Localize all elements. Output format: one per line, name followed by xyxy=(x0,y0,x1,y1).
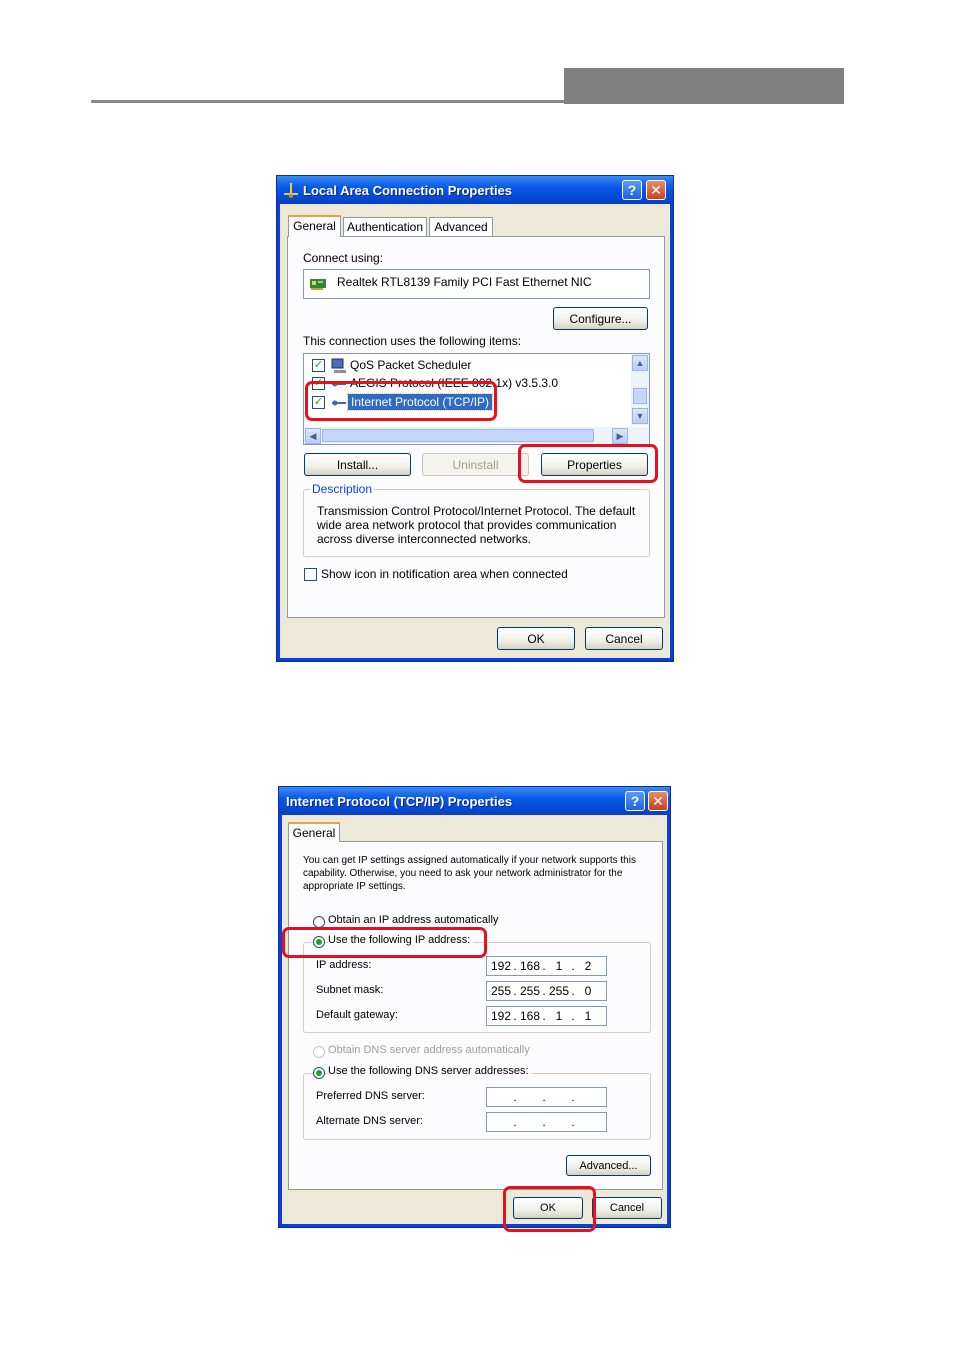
protocol-icon xyxy=(331,378,347,393)
tab-general[interactable]: General xyxy=(288,822,340,842)
dialog1-cancel-button[interactable]: Cancel xyxy=(585,627,663,650)
tcpip-checkbox[interactable]: ✓ xyxy=(312,396,325,409)
items-label: This connection uses the following items… xyxy=(303,334,522,348)
description-text: Transmission Control Protocol/Internet P… xyxy=(317,504,636,546)
vertical-scrollbar[interactable]: ▲ ▼ xyxy=(631,354,649,426)
dialog1-titlebar[interactable]: Local Area Connection Properties ? ✕ xyxy=(277,176,673,204)
dialog2-ok-button[interactable]: OK xyxy=(513,1197,583,1219)
dialog2-client: General You can get IP settings assigned… xyxy=(282,815,667,1224)
scroll-up-icon[interactable]: ▲ xyxy=(632,355,648,371)
subnet-mask-input[interactable]: 255. 255. 255. 0 xyxy=(486,981,607,1001)
uninstall-button: Uninstall xyxy=(422,453,529,476)
use-ip-label: Use the following IP address: xyxy=(328,934,474,946)
dialog1-ok-button[interactable]: OK xyxy=(497,627,575,650)
dialog1-client: General Authentication Advanced Connect … xyxy=(280,204,670,658)
protocol-icon xyxy=(331,397,347,412)
aegis-label: AEGIS Protocol (IEEE 802.1x) v3.5.3.0 xyxy=(350,376,559,390)
general-panel: You can get IP settings assigned automat… xyxy=(288,841,663,1190)
use-ip-radio[interactable] xyxy=(313,936,325,948)
scroll-down-icon[interactable]: ▼ xyxy=(632,408,648,424)
network-icon xyxy=(283,182,299,198)
subnet-mask-label: Subnet mask: xyxy=(316,984,384,996)
preferred-dns-label: Preferred DNS server: xyxy=(316,1090,425,1102)
configure-button[interactable]: Configure... xyxy=(553,307,648,330)
dialog2-title: Internet Protocol (TCP/IP) Properties xyxy=(286,794,513,809)
use-dns-label: Use the following DNS server addresses: xyxy=(328,1065,532,1077)
close-button[interactable]: ✕ xyxy=(646,180,666,200)
obtain-ip-label: Obtain an IP address automatically xyxy=(328,914,499,926)
page-header-band xyxy=(564,68,844,104)
dialog1-title: Local Area Connection Properties xyxy=(303,183,513,198)
network-card-icon xyxy=(310,278,328,290)
connect-using-label: Connect using: xyxy=(303,251,384,265)
adapter-name: Realtek RTL8139 Family PCI Fast Ethernet… xyxy=(337,275,592,289)
advanced-button[interactable]: Advanced... xyxy=(566,1155,651,1176)
show-icon-label: Show icon in notification area when conn… xyxy=(321,567,568,581)
use-dns-radio[interactable] xyxy=(313,1067,325,1079)
scroll-thumb[interactable] xyxy=(322,429,594,442)
help-button[interactable]: ? xyxy=(622,180,642,200)
preferred-dns-input[interactable]: ... xyxy=(486,1087,607,1107)
aegis-checkbox[interactable]: ✓ xyxy=(312,377,325,390)
default-gateway-label: Default gateway: xyxy=(316,1009,398,1021)
show-icon-checkbox[interactable] xyxy=(304,568,317,581)
tcpip-properties-dialog: Internet Protocol (TCP/IP) Properties ? … xyxy=(278,786,671,1228)
general-panel: Connect using: Realtek RTL8139 Family PC… xyxy=(287,236,665,618)
ip-address-label: IP address: xyxy=(316,959,372,971)
description-group: Description Transmission Control Protoco… xyxy=(303,482,650,557)
scroll-left-icon[interactable]: ◀ xyxy=(305,428,321,444)
obtain-dns-label: Obtain DNS server address automatically xyxy=(328,1044,530,1056)
properties-button[interactable]: Properties xyxy=(541,453,648,476)
help-button[interactable]: ? xyxy=(625,791,645,811)
install-button[interactable]: Install... xyxy=(304,453,411,476)
local-area-connection-dialog: Local Area Connection Properties ? ✕ Gen… xyxy=(276,175,674,662)
description-legend: Description xyxy=(310,482,375,496)
tab-general[interactable]: General xyxy=(288,215,341,237)
adapter-field: Realtek RTL8139 Family PCI Fast Ethernet… xyxy=(303,269,650,299)
horizontal-scrollbar[interactable]: ◀ ▶ xyxy=(304,427,649,444)
components-list[interactable]: ✓ QoS Packet Scheduler ✓ AEGIS Protocol … xyxy=(303,353,650,445)
alternate-dns-input[interactable]: ... xyxy=(486,1112,607,1132)
dialog2-titlebar[interactable]: Internet Protocol (TCP/IP) Properties ? … xyxy=(279,787,670,815)
tab-advanced[interactable]: Advanced xyxy=(429,217,493,237)
scroll-right-icon[interactable]: ▶ xyxy=(612,428,628,444)
close-button[interactable]: ✕ xyxy=(648,791,668,811)
tab-authentication[interactable]: Authentication xyxy=(343,217,427,237)
qos-label: QoS Packet Scheduler xyxy=(350,358,472,372)
scroll-thumb[interactable] xyxy=(633,388,647,404)
obtain-ip-radio[interactable] xyxy=(313,916,325,928)
page-header-rule xyxy=(91,100,564,103)
tcpip-label: Internet Protocol (TCP/IP) xyxy=(346,393,494,411)
qos-checkbox[interactable]: ✓ xyxy=(312,359,325,372)
dialog2-cancel-button[interactable]: Cancel xyxy=(592,1197,662,1219)
obtain-dns-radio xyxy=(313,1046,325,1058)
list-item[interactable]: ✓ AEGIS Protocol (IEEE 802.1x) v3.5.3.0 xyxy=(304,375,629,393)
default-gateway-input[interactable]: 192. 168. 1. 1 xyxy=(486,1006,607,1026)
ip-address-input[interactable]: 192. 168. 1. 2 xyxy=(486,956,607,976)
alternate-dns-label: Alternate DNS server: xyxy=(316,1115,423,1127)
list-item[interactable]: ✓ Internet Protocol (TCP/IP) xyxy=(304,393,629,412)
intro-text: You can get IP settings assigned automat… xyxy=(303,855,636,892)
list-item[interactable]: ✓ QoS Packet Scheduler xyxy=(304,357,629,375)
